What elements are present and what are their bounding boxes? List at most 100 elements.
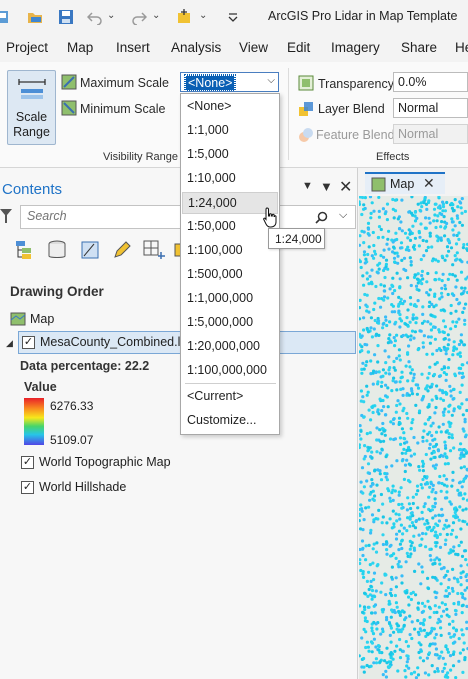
pane-options-icon[interactable]: ▼ [302, 180, 313, 192]
lidar-point [391, 417, 396, 422]
map-tree-item[interactable]: Map [30, 312, 54, 326]
scale-option[interactable]: 1:20,000,000 [182, 336, 278, 358]
search-options-icon[interactable]: ⌵ [339, 209, 347, 222]
lidar-point [455, 214, 459, 218]
list-by-source-icon[interactable] [47, 240, 67, 260]
filter-icon[interactable] [0, 209, 12, 223]
tab-map-view[interactable]: Map ✕ [365, 172, 445, 194]
redo-icon[interactable] [131, 9, 147, 25]
scale-option[interactable]: 1:5,000,000 [182, 312, 278, 334]
tab-analysis[interactable]: Analysis [171, 40, 221, 55]
lidar-point [434, 258, 438, 262]
scale-dropdown-list: <None> 1:1,000 1:5,000 1:10,000 1:24,000… [180, 93, 280, 435]
customize-toolbar-icon[interactable] [225, 9, 241, 25]
transparency-input[interactable]: 0.0% [393, 72, 468, 92]
tab-share[interactable]: Share [401, 40, 437, 55]
lidar-point [440, 254, 444, 258]
basemap-layer-topographic[interactable]: World Topographic Map [39, 455, 171, 469]
tab-help[interactable]: He [455, 40, 468, 55]
lidar-point [437, 656, 441, 660]
lidar-point [463, 588, 467, 592]
lidar-point [416, 281, 420, 285]
lidar-point [440, 481, 444, 486]
undo-icon[interactable] [87, 9, 103, 25]
tab-project[interactable]: Project [6, 40, 48, 55]
hillshade-visibility-checkbox[interactable]: ✓ [21, 481, 34, 494]
feature-blend-select[interactable]: Normal [393, 124, 468, 144]
lidar-point [433, 325, 437, 329]
lidar-point [416, 272, 420, 276]
lidar-point [393, 198, 398, 202]
lidar-point [432, 219, 436, 223]
basemap-layer-hillshade[interactable]: World Hillshade [39, 480, 126, 494]
layer-name[interactable]: MesaCounty_Combined.las [40, 335, 194, 349]
lidar-point [408, 547, 412, 551]
lidar-point [425, 526, 429, 530]
tab-imagery[interactable]: Imagery [331, 40, 380, 55]
chevron-down-icon[interactable]: ⌵ [267, 75, 275, 86]
scale-option-current[interactable]: <Current> [182, 386, 278, 408]
pencil-icon[interactable] [112, 240, 132, 260]
scale-option[interactable]: 1:1,000,000 [182, 288, 278, 310]
scale-option[interactable]: 1:100,000 [182, 240, 278, 262]
tab-view[interactable]: View [239, 40, 268, 55]
lidar-point [418, 543, 422, 548]
scale-range-button[interactable]: Scale Range [7, 70, 56, 145]
lidar-point [420, 205, 424, 209]
list-by-drawing-order-icon[interactable] [14, 240, 36, 260]
scale-option-customize[interactable]: Customize... [182, 410, 278, 432]
redo-dropdown-icon[interactable]: ⌄ [152, 10, 160, 21]
lidar-point [373, 353, 377, 357]
lidar-point [391, 276, 395, 280]
lidar-point [427, 216, 431, 220]
lidar-point [436, 523, 440, 528]
lidar-point [439, 582, 443, 586]
undo-dropdown-icon[interactable]: ⌄ [107, 10, 115, 21]
pin-icon[interactable]: ▼ [320, 179, 333, 194]
lidar-point [406, 308, 410, 312]
tab-insert[interactable]: Insert [116, 40, 150, 55]
lidar-point [389, 340, 393, 344]
lidar-point [439, 397, 443, 401]
search-icon[interactable] [315, 211, 328, 224]
close-map-tab-icon[interactable]: ✕ [423, 175, 435, 192]
save-icon[interactable] [58, 9, 74, 25]
maximum-scale-combo[interactable]: <None> ⌵ [180, 72, 279, 92]
topographic-visibility-checkbox[interactable]: ✓ [21, 456, 34, 469]
lidar-point [459, 540, 463, 544]
lidar-point [446, 277, 450, 281]
lidar-point [360, 509, 364, 513]
tab-edit[interactable]: Edit [287, 40, 310, 55]
lidar-point [374, 589, 378, 593]
lidar-point [376, 236, 380, 240]
lidar-point [447, 404, 451, 408]
close-icon[interactable]: ✕ [339, 177, 352, 197]
layer-visibility-checkbox[interactable]: ✓ [22, 336, 35, 349]
map-canvas[interactable] [359, 196, 468, 679]
scale-option[interactable]: 1:100,000,000 [182, 360, 278, 382]
lidar-point [395, 605, 399, 609]
lidar-point [413, 569, 417, 573]
collapse-arrow-icon[interactable]: ◢ [6, 338, 13, 349]
lidar-point [459, 201, 463, 205]
new-item-dropdown-icon[interactable]: ⌄ [199, 10, 207, 21]
layer-blend-select[interactable]: Normal [393, 98, 468, 118]
lidar-point [384, 318, 388, 322]
scale-option-none[interactable]: <None> [182, 96, 278, 118]
scale-option[interactable]: 1:1,000 [182, 120, 278, 142]
lidar-point [433, 455, 437, 459]
open-folder-icon[interactable] [27, 9, 43, 25]
tab-map[interactable]: Map [67, 40, 93, 55]
lidar-point [362, 316, 366, 320]
list-by-selection-icon[interactable] [80, 240, 100, 260]
scale-option[interactable]: 1:500,000 [182, 264, 278, 286]
lidar-point [363, 196, 367, 200]
new-item-icon[interactable] [176, 9, 192, 25]
scale-option[interactable]: 1:10,000 [182, 168, 278, 190]
lidar-point [428, 485, 432, 489]
lidar-point [384, 383, 388, 387]
lidar-point [400, 581, 404, 585]
new-project-icon[interactable] [0, 9, 10, 25]
scale-option[interactable]: 1:5,000 [182, 144, 278, 166]
list-by-snapping-icon[interactable] [143, 240, 165, 260]
